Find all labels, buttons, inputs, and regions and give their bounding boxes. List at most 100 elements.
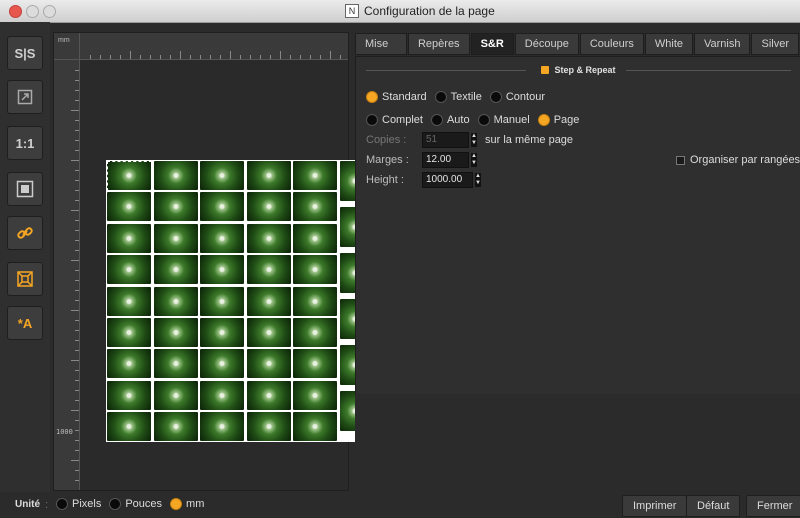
arrange-button[interactable] [7, 262, 43, 296]
ruler-tick [190, 55, 191, 59]
radio-textile[interactable] [434, 91, 447, 103]
step-repeat-tile [246, 318, 291, 347]
radio-auto[interactable] [430, 114, 443, 126]
ruler-tick [75, 200, 79, 201]
close-button[interactable]: Fermer [746, 495, 800, 517]
ruler-tick [100, 55, 101, 59]
panel-empty-area [355, 394, 800, 489]
unit-label: Unité [15, 499, 40, 510]
tab-reperes[interactable]: Repères [407, 33, 470, 55]
ruler-tick [71, 460, 79, 461]
ruler-tick [75, 100, 79, 101]
ruler-tick [290, 55, 291, 59]
ruler-tick [75, 270, 79, 271]
ruler-tick [300, 55, 301, 59]
radio-manuel[interactable] [477, 114, 490, 126]
radio-manuel-label[interactable]: Manuel [494, 114, 530, 126]
window-title-group: N Configuration de la page [345, 4, 495, 18]
ruler-tick [330, 51, 331, 59]
preview-panel: mm 1000 [53, 32, 370, 491]
organiser-option[interactable]: Organiser par rangées [676, 154, 800, 166]
print-sheet [106, 160, 370, 442]
radio-pixels-label[interactable]: Pixels [72, 498, 101, 510]
organiser-label[interactable]: Organiser par rangées [690, 154, 800, 166]
radio-page[interactable] [537, 114, 550, 126]
organiser-checkbox[interactable] [676, 155, 685, 165]
close-window-button[interactable] [9, 5, 22, 18]
radio-contour-label[interactable]: Contour [506, 91, 545, 103]
height-field[interactable]: 1000.00 [422, 172, 473, 188]
tab-couleurs[interactable]: Couleurs [579, 33, 644, 55]
section-checkbox-icon[interactable] [541, 66, 550, 74]
link-button[interactable] [7, 216, 43, 250]
export-button[interactable] [7, 80, 43, 114]
actual-size-button[interactable]: 1:1 [7, 126, 43, 160]
tab-varnish[interactable]: Varnish [694, 33, 751, 55]
radio-complet[interactable] [366, 114, 378, 126]
ruler-tick [75, 320, 79, 321]
ruler-tick [75, 130, 79, 131]
ruler-tick [75, 250, 79, 251]
section-header[interactable]: Step & Repeat [356, 65, 800, 75]
ruler-tick [71, 210, 79, 211]
step-repeat-tile [153, 192, 198, 222]
step-repeat-tile [293, 380, 337, 410]
ruler-tick [170, 55, 171, 59]
ruler-tick [75, 440, 79, 441]
ruler-tick [230, 51, 231, 59]
tab-decoupe[interactable]: Découpe [514, 33, 579, 55]
link-icon [16, 224, 34, 242]
step-repeat-tile [293, 412, 337, 442]
zoom-window-button[interactable] [43, 5, 56, 18]
copies-stepper[interactable]: ▲ ▼ [471, 133, 477, 147]
step-repeat-tile [107, 380, 151, 410]
marges-stepper[interactable]: ▲ ▼ [471, 153, 477, 167]
ruler-tick [150, 55, 151, 59]
step-repeat-tile [200, 318, 244, 347]
radio-pouces-label[interactable]: Pouces [125, 498, 162, 510]
radio-pixels[interactable] [56, 498, 68, 510]
horizontal-ruler[interactable] [80, 33, 348, 60]
step-repeat-tile [200, 192, 244, 222]
default-button[interactable]: Défaut [686, 495, 741, 517]
split-view-button[interactable]: S|S [7, 36, 43, 70]
ruler-tick [75, 220, 79, 221]
radio-standard-label[interactable]: Standard [382, 91, 427, 103]
fit-page-button[interactable] [7, 172, 43, 206]
radio-standard[interactable] [366, 91, 378, 103]
auto-text-button[interactable]: *A [7, 306, 43, 340]
print-button[interactable]: Imprimer [622, 495, 688, 517]
radio-page-label[interactable]: Page [554, 114, 580, 126]
ruler-tick [75, 330, 79, 331]
marges-label: Marges : [366, 154, 409, 166]
radio-textile-label[interactable]: Textile [451, 91, 482, 103]
radio-pouces[interactable] [109, 498, 122, 510]
height-stepper[interactable]: ▲ ▼ [475, 173, 481, 187]
radio-complet-label[interactable]: Complet [382, 114, 423, 126]
ruler-tick [200, 55, 201, 59]
tab-white[interactable]: White [644, 33, 693, 55]
ruler-tick [90, 55, 91, 59]
tab-sr[interactable]: S&R [470, 33, 514, 55]
radio-contour[interactable] [489, 91, 502, 103]
step-repeat-tile [200, 161, 244, 190]
radio-auto-label[interactable]: Auto [447, 114, 470, 126]
ruler-tick [71, 110, 79, 111]
radio-mm-label[interactable]: mm [186, 498, 204, 510]
tab-mise-en-page[interactable]: Mise en page [355, 33, 407, 90]
ruler-tick [75, 240, 79, 241]
step-repeat-tile [293, 349, 337, 379]
copies-field[interactable]: 51 [422, 132, 469, 148]
radio-mm[interactable] [170, 498, 183, 510]
ruler-tick [75, 280, 79, 281]
step-repeat-tile [153, 255, 198, 285]
step-repeat-tile [246, 349, 291, 379]
step-repeat-tile [246, 161, 291, 190]
tab-silver[interactable]: Silver [751, 33, 799, 55]
ruler-tick [75, 420, 79, 421]
ruler-tick [260, 55, 261, 59]
minimize-window-button[interactable] [26, 5, 39, 18]
vertical-ruler[interactable]: 1000 [54, 60, 80, 490]
marges-field[interactable]: 12.00 [422, 152, 469, 168]
preview-canvas[interactable] [80, 60, 370, 490]
